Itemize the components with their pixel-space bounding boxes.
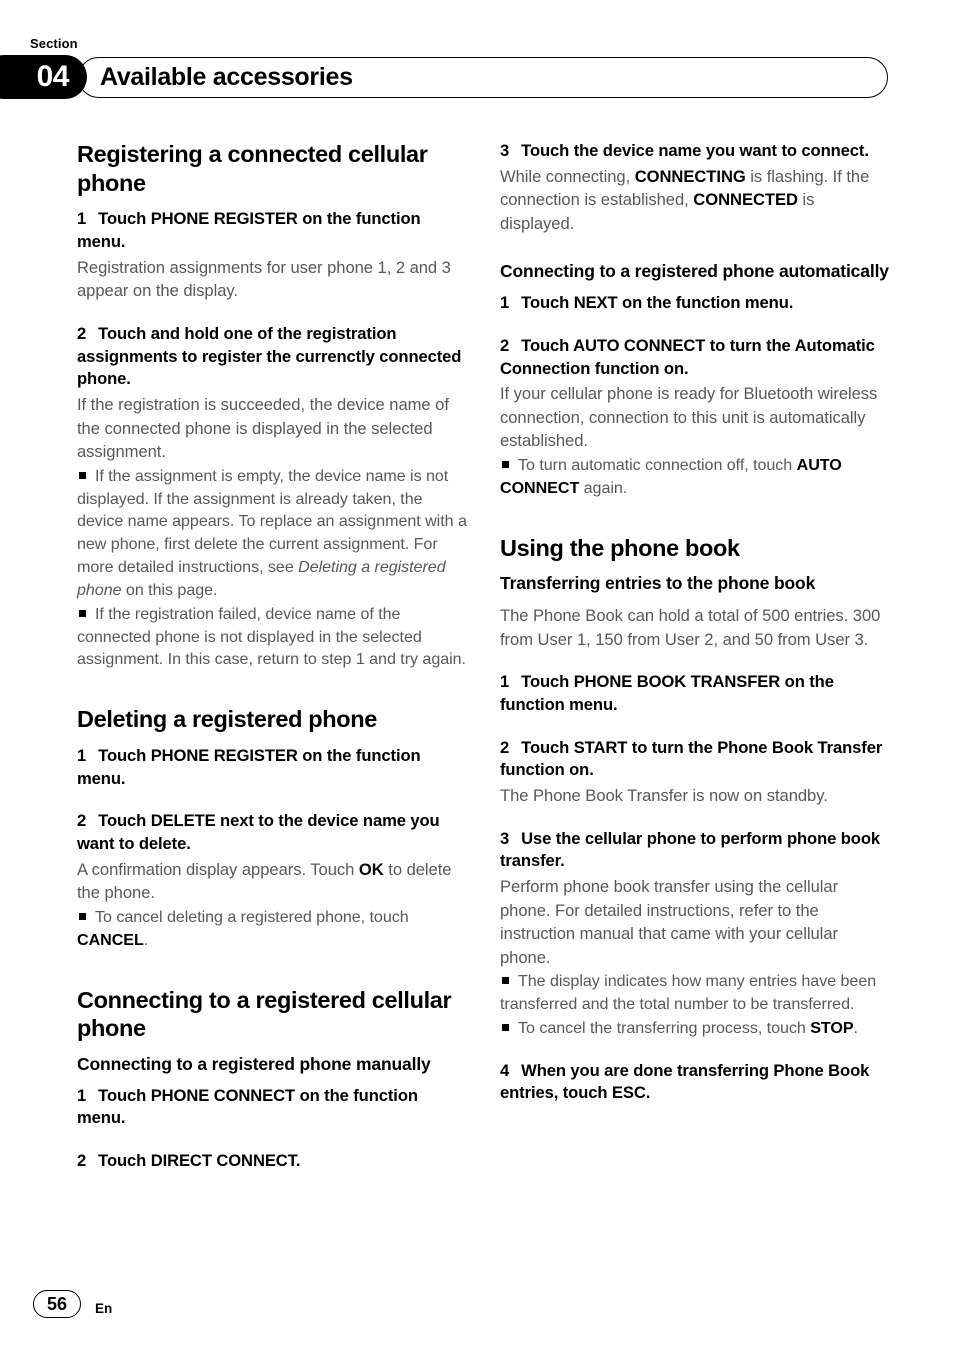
- bullet-text: If the registration failed, device name …: [77, 604, 466, 669]
- step-number: 3: [500, 828, 510, 848]
- step-phonebook-3-body: Perform phone book transfer using the ce…: [500, 876, 839, 967]
- step-number: 1: [77, 745, 87, 765]
- bullet-turn-auto-off: To turn automatic connection off, touch …: [500, 454, 890, 500]
- page-number-badge: 56: [33, 1290, 81, 1318]
- step-phonebook-2: 2 Touch START to turn the Phone Book Tran…: [500, 737, 890, 782]
- step-number: 4: [500, 1060, 510, 1080]
- step-connect-3-body: While connecting, CONNECTING is flashing…: [500, 165, 890, 236]
- step-text: Use the cellular phone to perform phone …: [500, 828, 880, 871]
- step-text: Touch PHONE REGISTER on the function men…: [77, 745, 421, 788]
- body-text: While connecting,: [500, 166, 635, 186]
- step-delete-2: 2 Touch DELETE next to the device name yo…: [77, 810, 467, 855]
- step-number: 2: [500, 335, 510, 355]
- step-register-1-body: Registration assignments for user phone …: [77, 257, 451, 301]
- step-phonebook-2-body: The Phone Book Transfer is now on standb…: [500, 785, 828, 805]
- square-bullet-icon: [79, 912, 86, 920]
- ok-term: OK: [358, 859, 384, 879]
- subheading-transferring-entries: Transferring entries to the phone book: [500, 573, 816, 594]
- bullet-text: To cancel the transferring process, touc…: [518, 1018, 811, 1037]
- square-bullet-icon: [502, 977, 509, 985]
- step-connect-2: 2 Touch DIRECT CONNECT.: [77, 1150, 467, 1173]
- bullet-display-indicates: The display indicates how many entries h…: [500, 970, 890, 1016]
- step-connect-3: 3 Touch the device name you want to conne…: [500, 140, 890, 163]
- step-number: 1: [500, 672, 510, 692]
- bullet-text-tail: .: [143, 930, 149, 949]
- heading-using-phone-book: Using the phone book: [500, 534, 740, 561]
- step-number: 2: [500, 737, 510, 757]
- square-bullet-icon: [79, 471, 86, 479]
- step-delete-2-body: A confirmation display appears. Touch OK…: [77, 858, 467, 905]
- step-connect-1: 1 Touch PHONE CONNECT on the function men…: [77, 1085, 467, 1130]
- heading-deleting-registered-phone: Deleting a registered phone: [77, 706, 378, 733]
- step-text: Touch DIRECT CONNECT.: [98, 1151, 301, 1171]
- left-column: Registering a connected cellular phone 1…: [77, 140, 467, 1175]
- step-number: 1: [77, 209, 87, 229]
- bullet-text: To turn automatic connection off, touch: [518, 455, 797, 474]
- page-footer: 56 En: [0, 1282, 954, 1352]
- step-text: Touch PHONE CONNECT on the function menu…: [77, 1085, 418, 1128]
- step-phonebook-3: 3 Use the cellular phone to perform phone…: [500, 828, 890, 873]
- stop-term: STOP: [810, 1018, 854, 1037]
- page-header: Section 04 Available accessories: [0, 0, 954, 110]
- bullet-text-tail: .: [853, 1018, 858, 1037]
- step-text: Touch NEXT on the function menu.: [521, 293, 794, 313]
- step-number: 1: [77, 1085, 87, 1105]
- heading-registering-connected-phone: Registering a connected cellular phone: [77, 141, 428, 196]
- step-text: Touch DELETE next to the device name you…: [77, 811, 440, 854]
- step-register-2-body: If the registration is succeeded, the de…: [77, 395, 449, 462]
- connected-term: CONNECTED: [693, 190, 798, 210]
- section-label: Section: [30, 36, 78, 51]
- transfer-intro-body: The Phone Book can hold a total of 500 e…: [500, 605, 881, 649]
- subheading-connecting-manually: Connecting to a registered phone manuall…: [77, 1053, 431, 1074]
- right-column: 3 Touch the device name you want to conne…: [500, 140, 890, 1107]
- bullet-registration-failed: If the registration failed, device name …: [77, 603, 467, 672]
- step-text: Touch and hold one of the registration a…: [77, 323, 462, 389]
- step-auto-2-body: If your cellular phone is ready for Blue…: [500, 384, 878, 451]
- step-auto-1: 1 Touch NEXT on the function menu.: [500, 292, 890, 315]
- step-text: When you are done transferring Phone Boo…: [500, 1060, 870, 1103]
- bullet-text: The display indicates how many entries h…: [500, 972, 877, 1014]
- step-number: 3: [500, 141, 510, 160]
- square-bullet-icon: [79, 609, 86, 617]
- body-text: A confirmation display appears. Touch: [77, 859, 359, 879]
- heading-connecting-registered-phone: Connecting to a registered cellular phon…: [77, 986, 452, 1042]
- step-register-1: 1 Touch PHONE REGISTER on the function me…: [77, 208, 467, 253]
- bullet-assignment-empty: If the assignment is empty, the device n…: [77, 465, 467, 602]
- cancel-term: CANCEL: [77, 930, 144, 949]
- square-bullet-icon: [502, 460, 509, 468]
- language-code: En: [95, 1301, 113, 1316]
- connecting-term: CONNECTING: [634, 166, 746, 186]
- step-phonebook-1: 1 Touch PHONE BOOK TRANSFER on the functi…: [500, 671, 890, 716]
- section-number-badge: 04: [0, 55, 87, 99]
- step-phonebook-4: 4 When you are done transferring Phone Bo…: [500, 1060, 890, 1105]
- step-number: 2: [77, 1151, 87, 1171]
- page-title: Available accessories: [100, 63, 353, 91]
- square-bullet-icon: [502, 1023, 509, 1031]
- bullet-text: To cancel deleting a registered phone, t…: [95, 907, 409, 926]
- step-text: Touch PHONE REGISTER on the function men…: [77, 209, 421, 252]
- step-number: 1: [500, 293, 510, 313]
- subheading-connecting-automatically: Connecting to a registered phone automat…: [500, 261, 889, 282]
- bullet-text-tail: on this page.: [121, 580, 218, 599]
- step-register-2: 2 Touch and hold one of the registration …: [77, 323, 467, 391]
- bullet-cancel-transfer: To cancel the transferring process, touc…: [500, 1017, 890, 1040]
- bullet-cancel-deleting: To cancel deleting a registered phone, t…: [77, 906, 467, 952]
- bullet-text-tail: again.: [579, 478, 628, 497]
- step-delete-1: 1 Touch PHONE REGISTER on the function me…: [77, 745, 467, 790]
- step-number: 2: [77, 323, 87, 343]
- step-text: Touch AUTO CONNECT to turn the Automatic…: [500, 335, 875, 378]
- step-text: Touch the device name you want to connec…: [521, 141, 869, 160]
- step-auto-2: 2 Touch AUTO CONNECT to turn the Automati…: [500, 335, 890, 380]
- step-text: Touch PHONE BOOK TRANSFER on the functio…: [500, 672, 834, 714]
- step-number: 2: [77, 811, 87, 831]
- step-text: Touch START to turn the Phone Book Trans…: [500, 737, 883, 780]
